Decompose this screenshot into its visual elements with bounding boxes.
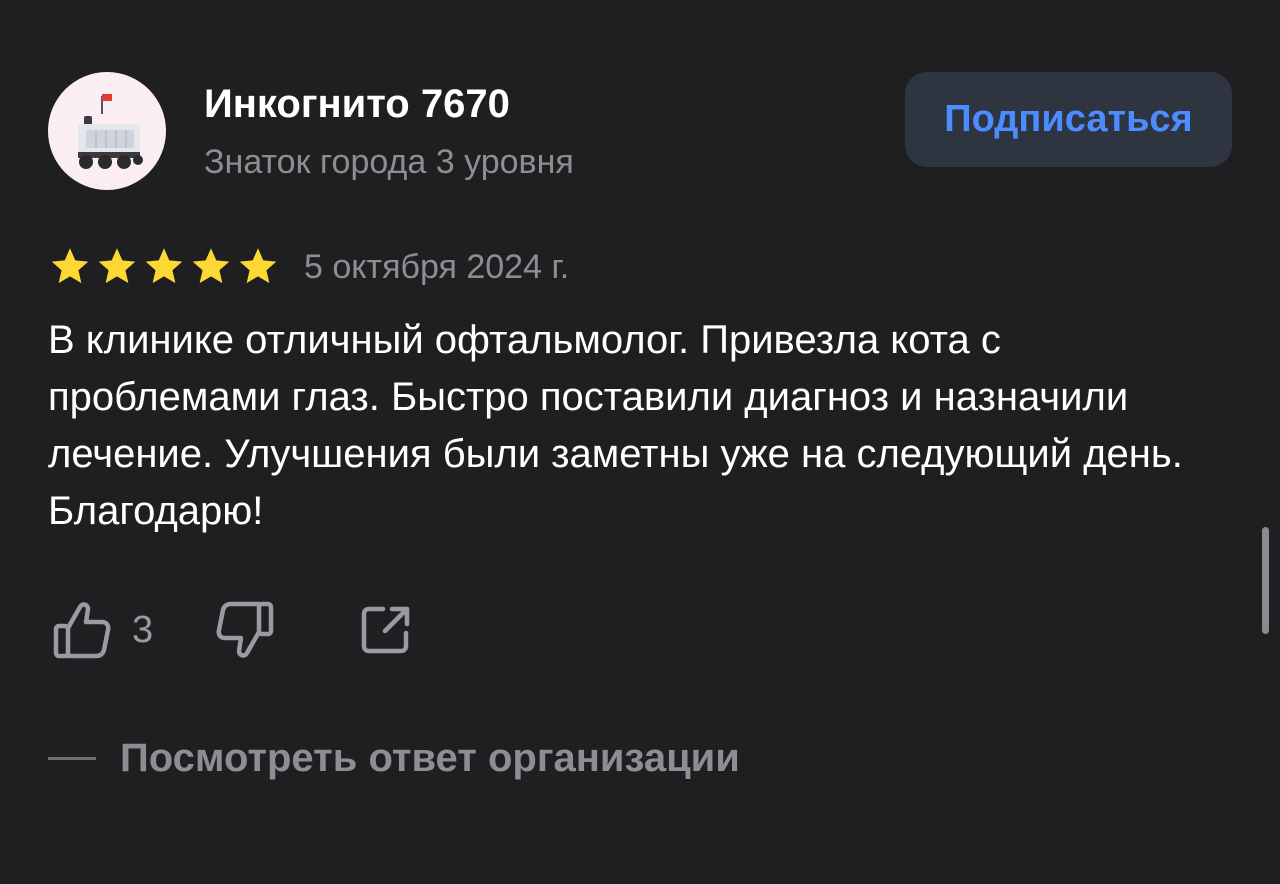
view-org-reply-label: Посмотреть ответ организации [120, 735, 740, 780]
divider-dash [48, 756, 96, 760]
review-card: Инкогнито 7670 Знаток города 3 уровня По… [0, 0, 1280, 884]
like-count: 3 [132, 608, 154, 651]
subscribe-button[interactable]: Подписаться [905, 72, 1232, 167]
thumbs-up-icon [53, 602, 111, 659]
share-button[interactable] [359, 603, 413, 657]
view-org-reply-button[interactable]: Посмотреть ответ организации [48, 728, 740, 788]
share-icon [361, 606, 410, 654]
star-icon [145, 248, 183, 284]
user-level: Знаток города 3 уровня [204, 143, 574, 181]
review-actions: 3 [52, 596, 413, 664]
star-rating [48, 245, 280, 289]
thumbs-down-icon [216, 601, 274, 658]
rating-row: 5 октября 2024 г. [48, 244, 569, 290]
star-icon [192, 248, 230, 284]
review-date: 5 октября 2024 г. [304, 247, 570, 286]
user-name[interactable]: Инкогнито 7670 [204, 80, 510, 128]
star-icon [239, 248, 277, 284]
like-button[interactable]: 3 [52, 599, 153, 661]
review-text: В клинике отличный офтальмолог. Привезла… [48, 318, 1183, 533]
scrollbar[interactable] [1262, 527, 1269, 634]
avatar[interactable] [48, 72, 166, 190]
delivery-robot-icon [78, 94, 143, 169]
star-icon [98, 248, 136, 284]
dislike-button[interactable] [215, 599, 275, 661]
star-icon [51, 248, 89, 284]
